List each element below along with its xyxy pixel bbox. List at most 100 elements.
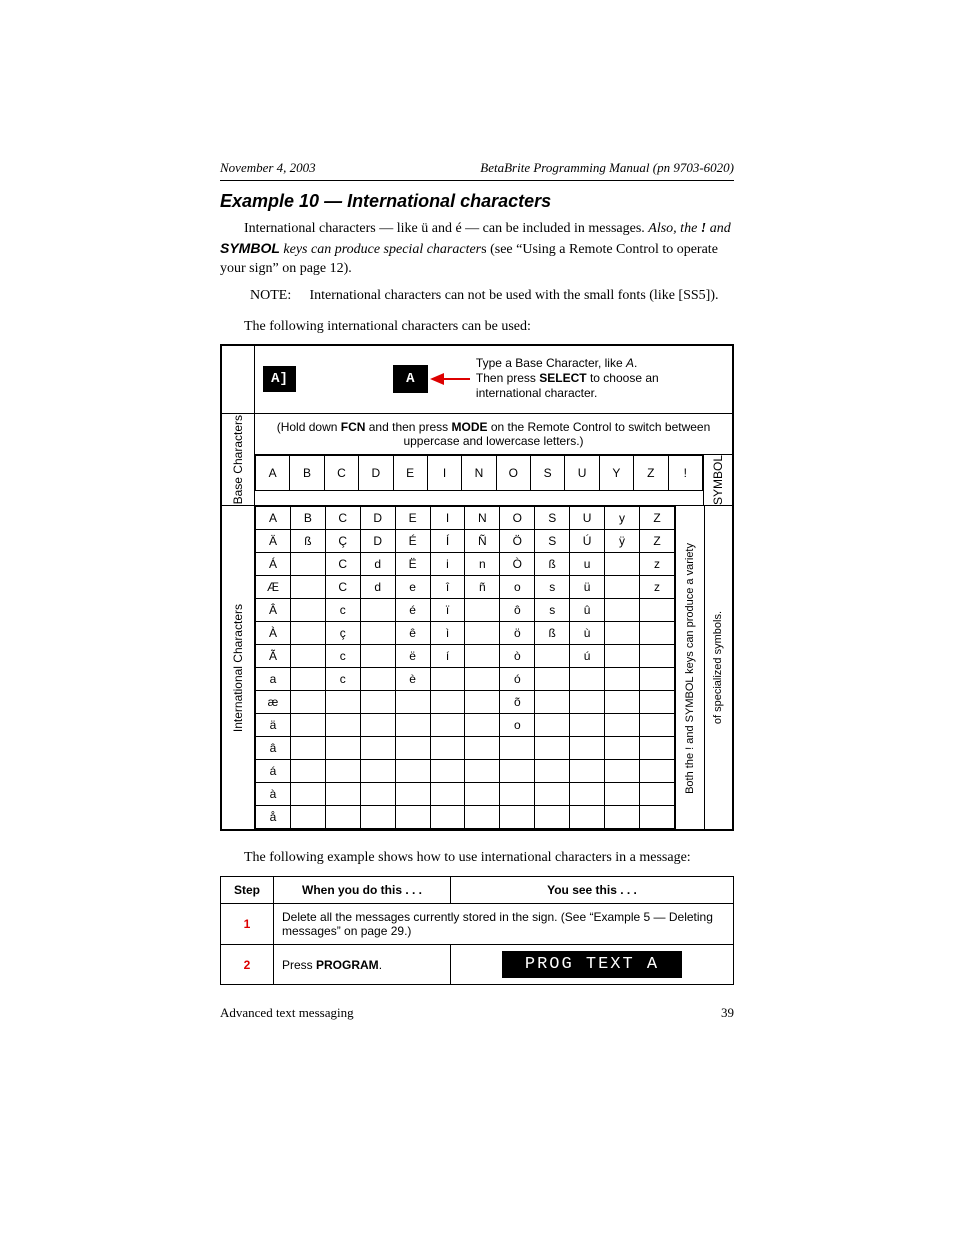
base-char-cell: A	[256, 456, 290, 491]
intl-char-cell	[465, 714, 500, 737]
intl-char-cell	[465, 783, 500, 806]
intl-char-cell	[605, 576, 640, 599]
label-international-characters: International Characters	[222, 506, 255, 829]
intl-char-cell	[465, 737, 500, 760]
intl-char-cell: c	[325, 599, 360, 622]
intl-char-cell: ÿ	[605, 530, 640, 553]
intl-char-cell	[605, 645, 640, 668]
intl-char-cell: Ã	[256, 645, 291, 668]
intl-char-cell: C	[325, 507, 360, 530]
intl-char-cell	[639, 806, 674, 829]
intl-char-cell	[535, 668, 570, 691]
intl-char-cell	[325, 806, 360, 829]
intl-char-cell: D	[360, 530, 395, 553]
intl-char-cell: c	[325, 668, 360, 691]
intl-char-cell: C	[325, 576, 360, 599]
intl-char-cell: c	[325, 645, 360, 668]
intl-char-cell: U	[570, 507, 605, 530]
symbol-side-notes: Both the ! and SYMBOL keys can produce a…	[675, 506, 732, 829]
intl-char-cell: ß	[535, 622, 570, 645]
led-display-big: A	[393, 365, 428, 393]
step-1-text: Delete all the messages currently stored…	[274, 904, 734, 945]
base-char-cell: O	[496, 456, 530, 491]
intl-char-cell	[500, 806, 535, 829]
intl-char-cell	[360, 714, 395, 737]
intl-char-cell: I	[430, 507, 465, 530]
led-display-prog: PROG TEXT A	[502, 951, 682, 978]
character-table: A] A Type a Base Character, like A. Then…	[220, 344, 734, 831]
intl-char-cell	[465, 668, 500, 691]
intl-char-cell: A	[256, 507, 291, 530]
intl-char-cell: Ç	[325, 530, 360, 553]
intl-char-cell	[290, 691, 325, 714]
intl-char-cell: ì	[430, 622, 465, 645]
character-table-header: A] A Type a Base Character, like A. Then…	[222, 346, 732, 414]
step-row-2: 2 Press PROGRAM. PROG TEXT A	[221, 945, 734, 985]
intl-char-cell	[325, 783, 360, 806]
intl-char-cell	[430, 760, 465, 783]
intl-char-cell	[639, 668, 674, 691]
intl-char-cell: Ú	[570, 530, 605, 553]
hold-note: (Hold down FCN and then press MODE on th…	[255, 414, 732, 455]
intl-char-cell: D	[360, 507, 395, 530]
base-char-cell: U	[565, 456, 599, 491]
intl-char-cell: é	[395, 599, 430, 622]
note-label: NOTE:	[250, 287, 306, 306]
intl-char-cell	[570, 760, 605, 783]
intl-char-cell	[500, 783, 535, 806]
intl-char-cell: ù	[570, 622, 605, 645]
intl-char-cell	[290, 714, 325, 737]
intl-char-cell	[360, 806, 395, 829]
intl-char-cell	[465, 806, 500, 829]
intl-char-cell	[605, 783, 640, 806]
intl-char-cell: ó	[500, 668, 535, 691]
intl-char-cell: è	[395, 668, 430, 691]
base-char-cell: B	[290, 456, 324, 491]
intl-char-cell	[535, 645, 570, 668]
intl-char-cell: Z	[639, 507, 674, 530]
intl-char-cell	[605, 737, 640, 760]
intl-char-cell	[430, 714, 465, 737]
intl-char-cell: B	[290, 507, 325, 530]
intl-char-cell	[360, 760, 395, 783]
base-char-cell: I	[427, 456, 461, 491]
intl-char-cell	[605, 622, 640, 645]
intl-char-cell: Í	[430, 530, 465, 553]
step-number: 2	[221, 945, 274, 985]
intl-char-cell: Ò	[500, 553, 535, 576]
intl-char-cell: ä	[256, 714, 291, 737]
base-char-cell: D	[359, 456, 393, 491]
base-char-cell: C	[324, 456, 358, 491]
step-2-display: PROG TEXT A	[451, 945, 734, 985]
intl-char-cell	[605, 760, 640, 783]
example-heading: Example 10 — International characters	[220, 191, 734, 212]
intl-char-cell	[290, 553, 325, 576]
intl-char-cell: ü	[570, 576, 605, 599]
step-number: 1	[221, 904, 274, 945]
intl-char-cell: Ñ	[465, 530, 500, 553]
intl-char-cell	[465, 691, 500, 714]
intl-char-cell	[360, 737, 395, 760]
intl-char-cell	[535, 691, 570, 714]
base-char-cell: Z	[634, 456, 668, 491]
intl-char-cell	[570, 714, 605, 737]
intl-char-cell: u	[570, 553, 605, 576]
intl-char-cell: ê	[395, 622, 430, 645]
intl-char-cell	[325, 760, 360, 783]
intl-char-cell: ß	[535, 553, 570, 576]
intl-char-cell	[500, 737, 535, 760]
intl-char-cell	[360, 783, 395, 806]
intro-paragraph-3: The following example shows how to use i…	[220, 849, 734, 868]
intl-char-cell	[605, 553, 640, 576]
intl-char-cell: S	[535, 507, 570, 530]
international-character-grid: ABCDEINOSUyZÄßÇDÉÍÑÖSÚÿZÁCdËinÒßuzÆCdeîñ…	[255, 506, 675, 829]
intl-char-cell	[360, 645, 395, 668]
intl-char-cell: ë	[395, 645, 430, 668]
intl-char-cell: ú	[570, 645, 605, 668]
intl-char-cell: Â	[256, 599, 291, 622]
hint-text: Type a Base Character, like A. Then pres…	[476, 356, 724, 401]
header-date: November 4, 2003	[220, 160, 316, 176]
intl-char-cell: í	[430, 645, 465, 668]
intl-char-cell: C	[325, 553, 360, 576]
intl-char-cell	[570, 691, 605, 714]
